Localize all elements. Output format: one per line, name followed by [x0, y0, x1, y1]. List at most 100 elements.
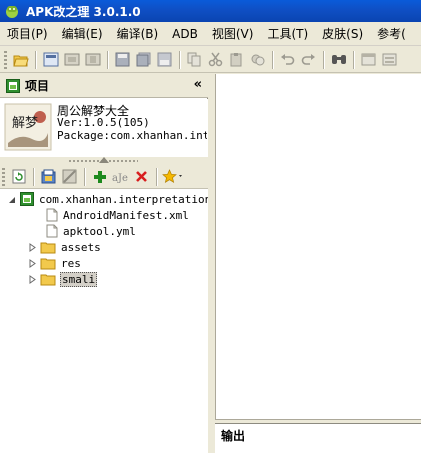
menu-skin[interactable]: 皮肤(S)	[315, 24, 370, 44]
folder-icon	[40, 258, 56, 269]
toolbar-separator	[179, 50, 180, 69]
sign-button[interactable]	[82, 50, 103, 70]
properties-button[interactable]	[59, 167, 80, 187]
collapsed-arrow-icon[interactable]	[28, 242, 37, 252]
tree-item-label: smali	[60, 271, 98, 287]
menu-tools[interactable]: 工具(T)	[260, 24, 315, 44]
paste-icon	[230, 53, 242, 67]
menu-view[interactable]: 视图(V)	[205, 24, 261, 44]
app-version: Ver:1.0.5(105)	[57, 116, 150, 129]
menu-reference[interactable]: 参考(	[370, 24, 413, 44]
build-icon	[64, 53, 79, 66]
project-node-icon	[20, 192, 34, 206]
favorite-button[interactable]	[161, 167, 187, 187]
app-logo: 解梦	[4, 103, 52, 151]
open-folder-button[interactable]	[10, 50, 31, 70]
menu-project[interactable]: 项目(P)	[0, 24, 55, 44]
toolbar-separator	[272, 50, 273, 69]
paste-button[interactable]	[226, 50, 247, 70]
title-bar: APK改之理 3.0.1.0	[0, 0, 421, 22]
cut-button[interactable]	[205, 50, 226, 70]
collapsed-arrow-icon[interactable]	[28, 258, 37, 268]
tree-item-assets[interactable]: assets	[28, 239, 102, 255]
add-icon	[93, 170, 106, 183]
expanded-arrow-icon[interactable]	[8, 195, 17, 204]
new-project-icon	[43, 52, 58, 67]
settings-button[interactable]	[379, 50, 400, 70]
panel-splitter[interactable]	[0, 157, 208, 165]
toolbar-grip[interactable]	[4, 50, 7, 69]
collapse-panel-button[interactable]: «	[194, 77, 202, 92]
refresh-icon	[12, 169, 25, 184]
tree-item-apktool[interactable]: apktool.yml	[46, 223, 137, 239]
delete-button[interactable]	[131, 167, 152, 187]
save-icon	[115, 52, 130, 67]
delete-icon	[136, 171, 147, 182]
output-panel: 输出	[215, 423, 421, 453]
refresh-button[interactable]	[8, 167, 29, 187]
settings-icon	[382, 53, 397, 66]
menu-adb[interactable]: ADB	[165, 24, 205, 44]
file-icon	[46, 208, 58, 222]
open-button[interactable]	[38, 167, 59, 187]
copy-icon	[187, 52, 201, 67]
save-all-icon	[136, 52, 151, 67]
app-info: 解梦 周公解梦大全 Ver:1.0.5(105) Package:com.xha…	[0, 99, 208, 157]
copy-button[interactable]	[184, 50, 205, 70]
window-icon	[361, 53, 376, 66]
new-project-button[interactable]	[40, 50, 61, 70]
tree-item-label: res	[61, 256, 81, 270]
save-as-button[interactable]	[154, 50, 175, 70]
tree-root[interactable]: com.xhanhan.interpretationdream	[8, 191, 208, 207]
tree-root-label: com.xhanhan.interpretationdream	[39, 192, 208, 206]
save-as-icon	[157, 52, 172, 67]
menu-bar: 项目(P) 编辑(E) 编译(B) ADB 视图(V) 工具(T) 皮肤(S) …	[0, 22, 421, 46]
app-package: Package:com.xhanhan.interpretationdream	[57, 129, 207, 142]
collapsed-arrow-icon[interactable]	[28, 274, 37, 284]
toolbar-separator	[35, 50, 36, 69]
add-button[interactable]	[89, 167, 110, 187]
workspace: 输出	[209, 74, 421, 453]
window-button[interactable]	[358, 50, 379, 70]
svg-text:aJe: aJe	[112, 173, 128, 184]
editor-area[interactable]	[215, 74, 421, 420]
project-icon	[6, 78, 20, 93]
folder-icon	[40, 242, 56, 253]
find-button[interactable]	[328, 50, 349, 70]
svg-text:解梦: 解梦	[12, 116, 38, 131]
window-title: APK改之理 3.0.1.0	[26, 4, 141, 19]
replace-icon	[251, 54, 265, 66]
undo-icon	[281, 54, 295, 65]
properties-icon	[62, 169, 77, 184]
rename-icon: aJe	[112, 173, 128, 184]
folder-icon	[40, 274, 56, 285]
cut-icon	[208, 52, 223, 67]
toolbar-separator	[353, 50, 354, 69]
tree-item-label: assets	[61, 240, 101, 254]
redo-button[interactable]	[298, 50, 319, 70]
toolbar-separator	[156, 167, 157, 186]
replace-button[interactable]	[247, 50, 268, 70]
toolbar-separator	[107, 50, 108, 69]
toolbar-separator	[323, 50, 324, 69]
tree-item-manifest[interactable]: AndroidManifest.xml	[46, 207, 190, 223]
build-button[interactable]	[61, 50, 82, 70]
collapse-up-icon[interactable]	[99, 157, 109, 163]
favorite-icon	[162, 169, 182, 183]
toolbar-separator	[33, 167, 34, 186]
rename-button[interactable]: aJe	[110, 167, 131, 187]
project-tree: com.xhanhan.interpretationdream AndroidM…	[0, 189, 208, 453]
save-button[interactable]	[112, 50, 133, 70]
menu-edit[interactable]: 编辑(E)	[55, 24, 110, 44]
tree-item-res[interactable]: res	[28, 255, 82, 271]
find-icon	[331, 55, 346, 64]
main-toolbar	[0, 47, 421, 73]
tree-item-smali[interactable]: smali	[28, 271, 98, 287]
menu-build[interactable]: 编译(B)	[110, 24, 166, 44]
file-icon	[46, 224, 58, 238]
toolbar-grip[interactable]	[2, 167, 5, 186]
save-all-button[interactable]	[133, 50, 154, 70]
undo-button[interactable]	[277, 50, 298, 70]
output-title: 输出	[221, 429, 246, 443]
redo-icon	[301, 54, 315, 65]
